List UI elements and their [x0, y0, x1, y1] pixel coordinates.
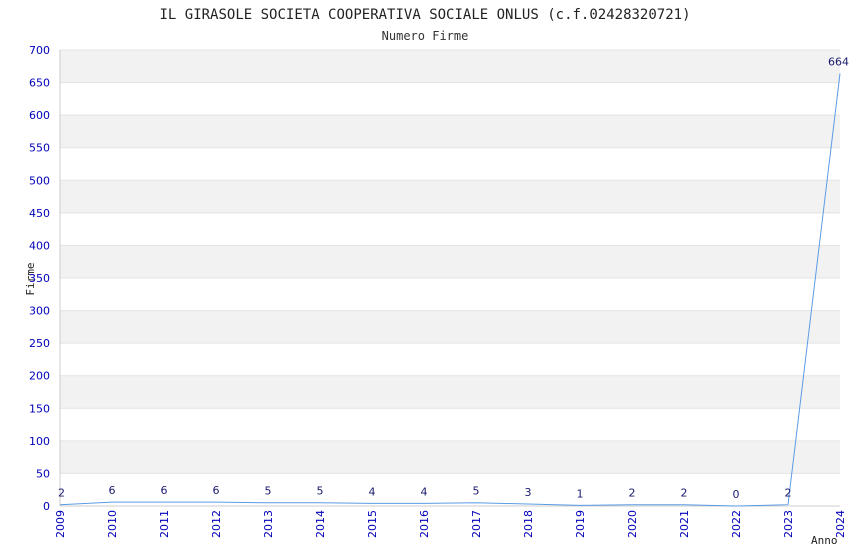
data-label: 4 [421, 485, 428, 498]
y-tick-label: 0 [43, 500, 50, 513]
x-tick-label: 2018 [522, 510, 535, 538]
x-tick-label: 2019 [574, 510, 587, 538]
data-label: 6 [213, 484, 220, 497]
x-tick-label: 2021 [678, 510, 691, 538]
data-label: 2 [58, 487, 65, 500]
y-tick-label: 700 [29, 44, 50, 57]
y-tick-label: 150 [29, 402, 50, 415]
x-tick-label: 2016 [418, 510, 431, 538]
x-tick-label: 2014 [314, 510, 327, 538]
chart-title: IL GIRASOLE SOCIETA COOPERATIVA SOCIALE … [159, 7, 690, 23]
band [60, 440, 840, 474]
data-label: 2 [785, 487, 792, 500]
x-tick-label: 2013 [262, 510, 275, 538]
y-tick-label: 550 [29, 142, 50, 155]
y-tick-label: 400 [29, 239, 50, 252]
data-label: 6 [109, 484, 116, 497]
x-tick-label: 2020 [626, 510, 639, 538]
x-tick-label: 2010 [106, 510, 119, 538]
data-label: 0 [733, 488, 740, 501]
band [60, 50, 840, 83]
y-tick-label: 450 [29, 207, 50, 220]
x-tick-label: 2015 [366, 510, 379, 538]
x-tick-label: 2009 [54, 510, 67, 538]
x-tick-label: 2024 [834, 510, 847, 538]
x-tick-label: 2022 [730, 510, 743, 538]
x-tick-label: 2011 [158, 510, 171, 538]
band [60, 310, 840, 344]
data-label: 2 [681, 487, 688, 500]
data-label: 664 [828, 55, 849, 68]
line-chart: IL GIRASOLE SOCIETA COOPERATIVA SOCIALE … [24, 7, 849, 547]
band [60, 180, 840, 213]
y-tick-label: 250 [29, 337, 50, 350]
y-tick-label: 300 [29, 305, 50, 318]
y-tick-label: 200 [29, 370, 50, 383]
data-label: 2 [629, 487, 636, 500]
data-label: 5 [317, 485, 324, 498]
background-bands [60, 50, 840, 474]
data-label: 4 [369, 485, 376, 498]
data-label: 3 [525, 486, 532, 499]
y-tick-label: 600 [29, 109, 50, 122]
y-tick-label: 100 [29, 435, 50, 448]
data-label: 6 [161, 484, 168, 497]
y-axis-ticks: 0 50 100 150 200 250 300 350 400 450 500 550 600 650 7… [29, 44, 50, 513]
x-tick-label: 2012 [210, 510, 223, 538]
data-label: 5 [265, 485, 272, 498]
y-tick-label: 500 [29, 174, 50, 187]
y-tick-label: 650 [29, 77, 50, 90]
data-label: 5 [473, 485, 480, 498]
band [60, 245, 840, 278]
x-axis-ticks: 2009 2010 2011 2012 2013 2014 2015 2016 2017 2018… [54, 510, 847, 538]
y-tick-label: 50 [36, 467, 50, 480]
y-tick-label: 350 [29, 272, 50, 285]
data-label: 1 [577, 487, 584, 500]
band [60, 375, 840, 409]
band [60, 115, 840, 148]
x-tick-label: 2023 [782, 510, 795, 538]
chart-subtitle: Numero Firme [382, 29, 469, 43]
x-tick-label: 2017 [470, 510, 483, 538]
